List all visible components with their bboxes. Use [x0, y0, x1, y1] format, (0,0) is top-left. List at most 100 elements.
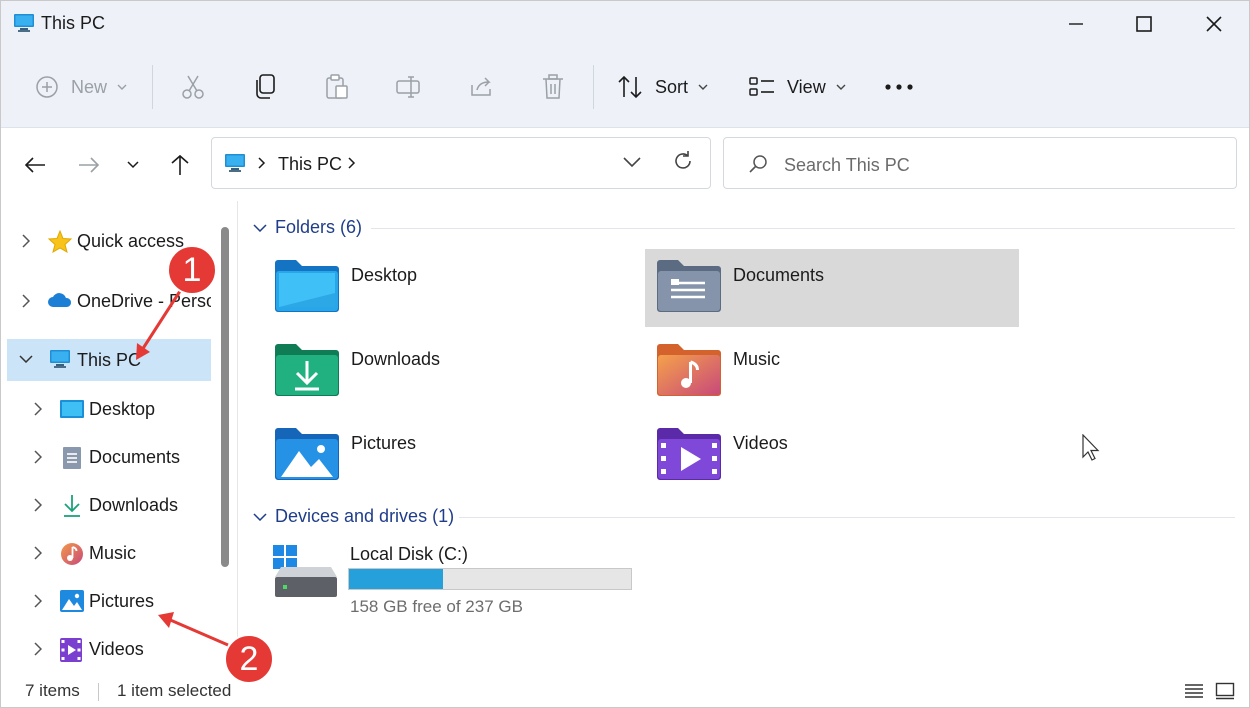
- folder-tile-music[interactable]: Music: [645, 333, 1019, 411]
- drive-free-space: 158 GB free of 237 GB: [350, 597, 523, 616]
- delete-button[interactable]: [541, 65, 565, 109]
- refresh-button[interactable]: [672, 150, 694, 177]
- folder-label: Downloads: [351, 349, 441, 369]
- trash-icon: [543, 74, 563, 99]
- folder-music-icon: [657, 344, 721, 396]
- sort-icon: [618, 75, 642, 99]
- view-label: View: [787, 76, 826, 97]
- breadcrumb-this-pc[interactable]: This PC: [278, 154, 342, 175]
- sidebar-item-label: Desktop: [89, 399, 156, 419]
- share-button[interactable]: [469, 65, 495, 109]
- folder-downloads-icon: [275, 344, 339, 396]
- clipboard-icon: [326, 74, 348, 99]
- sidebar-item-label: Music: [89, 543, 137, 563]
- search-icon: [748, 154, 768, 179]
- chevron-down-icon: [127, 161, 139, 169]
- share-icon: [471, 77, 491, 96]
- paste-button[interactable]: [325, 65, 349, 109]
- folder-tile-videos[interactable]: Videos: [645, 417, 1019, 495]
- sidebar-scrollbar-thumb[interactable]: [221, 227, 229, 567]
- folder-desktop-icon: [275, 260, 339, 312]
- sidebar-item-label: Documents: [89, 447, 181, 467]
- details-view-button[interactable]: [1181, 677, 1207, 705]
- sidebar-item-label: Quick access: [77, 231, 185, 251]
- new-button[interactable]: New: [35, 65, 127, 109]
- recent-locations-button[interactable]: [115, 147, 151, 183]
- sidebar-item-label: Downloads: [89, 495, 179, 515]
- documents-icon: [63, 447, 81, 469]
- view-button[interactable]: View: [749, 65, 846, 109]
- sidebar-item-music[interactable]: Music: [7, 532, 211, 574]
- monitor-icon: [224, 153, 246, 178]
- chevron-right-icon[interactable]: [34, 546, 42, 560]
- star-icon: [48, 230, 72, 253]
- group-divider: [371, 228, 1235, 229]
- window-title: This PC: [41, 13, 106, 33]
- drive-usage-fill: [349, 569, 443, 589]
- chevron-right-icon[interactable]: [22, 294, 30, 308]
- view-icon: [749, 77, 774, 96]
- chevron-right-icon[interactable]: [34, 402, 42, 416]
- folder-tile-downloads[interactable]: Downloads: [263, 333, 637, 411]
- minimize-button[interactable]: [1041, 1, 1111, 47]
- copy-icon: [256, 74, 275, 99]
- folders-group-title: Folders (6): [275, 217, 363, 237]
- forward-button[interactable]: [71, 147, 107, 183]
- search-box[interactable]: [723, 137, 1237, 189]
- monitor-icon: [50, 350, 70, 368]
- folder-tile-desktop[interactable]: Desktop: [263, 249, 637, 327]
- sidebar-item-videos[interactable]: Videos: [7, 628, 211, 670]
- chevron-right-icon[interactable]: [34, 498, 42, 512]
- pane-divider[interactable]: [237, 201, 238, 671]
- details-view-icon: [1185, 684, 1203, 698]
- address-history-button[interactable]: [622, 152, 642, 177]
- sidebar-item-desktop[interactable]: Desktop: [7, 388, 211, 430]
- sidebar-item-documents[interactable]: Documents: [7, 436, 211, 478]
- tiles-view-icon: [1215, 682, 1235, 700]
- toolbar-separator: [593, 65, 594, 109]
- close-button[interactable]: [1179, 1, 1249, 47]
- tiles-view-button[interactable]: [1212, 677, 1238, 705]
- folder-tile-pictures[interactable]: Pictures: [263, 417, 637, 495]
- hard-drive-icon: [273, 545, 337, 597]
- chevron-right-icon[interactable]: [348, 156, 356, 174]
- address-bar[interactable]: This PC: [211, 137, 711, 189]
- folder-tile-documents[interactable]: Documents: [645, 249, 1019, 327]
- videos-icon: [60, 638, 82, 662]
- folder-documents-icon: [657, 260, 721, 312]
- maximize-button[interactable]: [1109, 1, 1179, 47]
- close-icon: [1206, 16, 1222, 32]
- group-divider: [459, 517, 1235, 518]
- cut-button[interactable]: [181, 65, 205, 109]
- copy-button[interactable]: [254, 65, 276, 109]
- drives-group-title: Devices and drives (1): [275, 506, 455, 526]
- back-button[interactable]: [17, 147, 53, 183]
- annotation-marker-1: 1: [167, 245, 217, 295]
- rename-button[interactable]: [396, 65, 422, 109]
- up-button[interactable]: [162, 147, 198, 183]
- folder-label: Videos: [733, 433, 788, 453]
- search-input[interactable]: [782, 150, 1206, 180]
- sort-button[interactable]: Sort: [617, 65, 708, 109]
- sidebar-item-pictures[interactable]: Pictures: [7, 580, 211, 622]
- folders-group-header[interactable]: Folders (6): [253, 217, 362, 238]
- more-options-button[interactable]: [885, 65, 913, 109]
- drive-tile-local-disk[interactable]: Local Disk (C:) 158 GB free of 237 GB: [265, 541, 645, 621]
- chevron-down-icon[interactable]: [19, 355, 33, 363]
- chevron-right-icon[interactable]: [34, 642, 42, 656]
- maximize-icon: [1136, 16, 1152, 32]
- arrow-up-icon: [171, 154, 189, 175]
- item-count: 7 items: [25, 681, 80, 700]
- chevron-right-icon[interactable]: [258, 156, 266, 174]
- drives-group-header[interactable]: Devices and drives (1): [253, 506, 454, 527]
- sidebar-item-this-pc[interactable]: This PC: [7, 339, 211, 381]
- pictures-icon: [60, 590, 84, 612]
- folder-pictures-icon: [275, 428, 339, 480]
- sidebar-item-downloads[interactable]: Downloads: [7, 484, 211, 526]
- sidebar-item-label: This PC: [77, 350, 142, 370]
- annotation-marker-2: 2: [224, 634, 274, 684]
- refresh-icon: [675, 151, 691, 169]
- chevron-right-icon[interactable]: [34, 450, 42, 464]
- chevron-right-icon[interactable]: [22, 234, 30, 248]
- chevron-right-icon[interactable]: [34, 594, 42, 608]
